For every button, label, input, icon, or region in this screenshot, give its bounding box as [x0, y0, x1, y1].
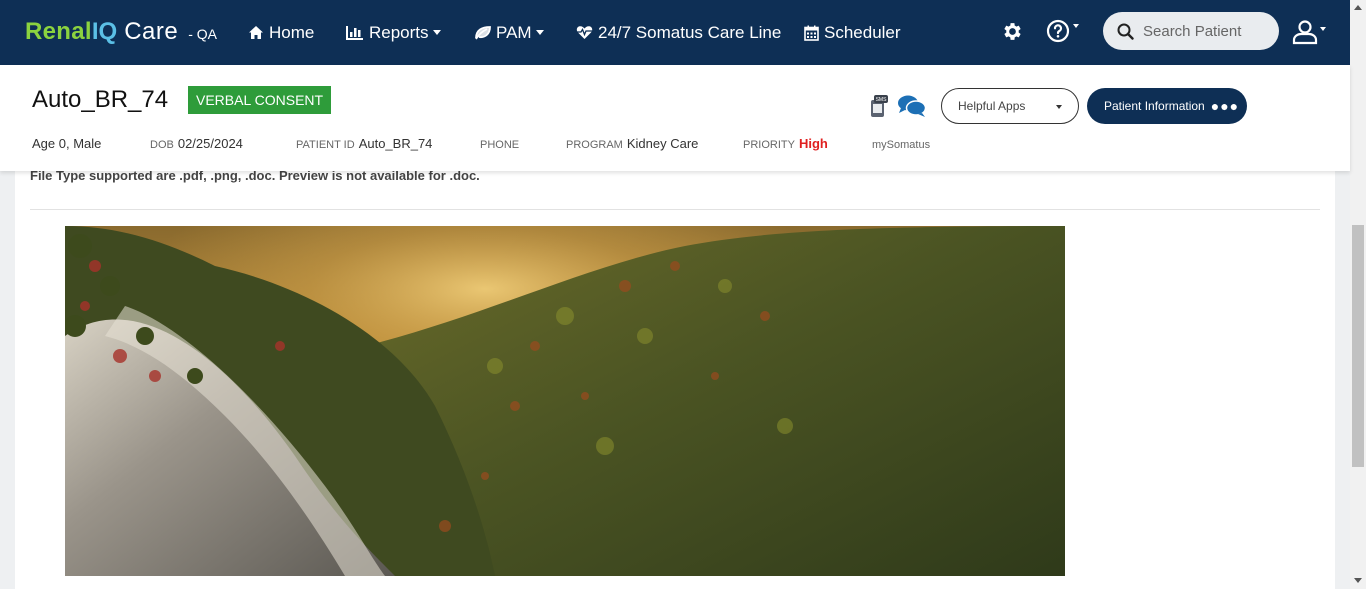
user-icon — [1292, 20, 1318, 45]
search-input[interactable] — [1143, 22, 1273, 40]
chevron-down-icon — [432, 30, 441, 35]
app-logo[interactable]: Renal IQ Care - QA — [25, 18, 217, 46]
nav-scheduler-label: Scheduler — [824, 22, 901, 42]
document-content: File Type supported are .pdf, .png, .doc… — [15, 171, 1335, 589]
user-menu[interactable] — [1292, 19, 1326, 45]
brand-iq: IQ — [91, 18, 118, 45]
patient-search[interactable] — [1103, 12, 1279, 50]
patient-program: PROGRAM Kidney Care — [566, 136, 698, 151]
settings-button[interactable] — [1001, 20, 1024, 48]
chevron-down-icon — [1073, 24, 1079, 28]
top-navbar: Renal IQ Care - QA Home Reports PAM 24/7 So… — [0, 0, 1366, 65]
program-label: PROGRAM — [566, 139, 623, 151]
calendar-icon — [804, 25, 819, 41]
priority-value: High — [798, 136, 828, 151]
patient-id-value: Auto_BR_74 — [358, 136, 433, 151]
scroll-thumb[interactable] — [1352, 225, 1364, 467]
environment-label: - QA — [188, 26, 218, 42]
help-icon — [1046, 19, 1070, 43]
document-preview-image — [65, 226, 1065, 576]
nav-pam-label: PAM — [496, 22, 532, 42]
patient-header: Auto_BR_74 VERBAL CONSENT Age 0, Male DO… — [0, 65, 1350, 171]
chevron-down-icon — [1056, 105, 1062, 109]
file-type-note: File Type supported are .pdf, .png, .doc… — [30, 171, 480, 183]
chevron-down-icon — [535, 30, 544, 35]
sms-phone-icon: SMS — [871, 95, 888, 117]
brand-renal: Renal — [25, 18, 92, 45]
dob-value: 02/25/2024 — [177, 136, 243, 151]
nav-reports-label: Reports — [369, 22, 429, 42]
chat-button[interactable] — [897, 94, 927, 123]
patient-name: Auto_BR_74 — [32, 86, 169, 113]
help-button[interactable] — [1046, 19, 1079, 43]
landscape-photo — [65, 226, 1065, 576]
phone-label: PHONE — [480, 139, 520, 151]
patient-id-label: PATIENT ID — [296, 139, 355, 151]
nav-reports[interactable]: Reports — [346, 0, 441, 65]
patient-dob: DOB 02/25/2024 — [150, 136, 243, 151]
helpful-apps-label: Helpful Apps — [958, 99, 1026, 113]
nav-care-line[interactable]: 24/7 Somatus Care Line — [576, 0, 781, 65]
nav-pam[interactable]: PAM — [474, 0, 544, 65]
chevron-down-icon — [1320, 27, 1326, 31]
nav-care-line-label: 24/7 Somatus Care Line — [598, 22, 782, 42]
dob-label: DOB — [150, 139, 174, 151]
sms-button[interactable]: SMS — [869, 94, 889, 123]
helpful-apps-dropdown[interactable]: Helpful Apps — [941, 88, 1079, 124]
sms-icon-text: SMS — [876, 97, 888, 103]
consent-badge: VERBAL CONSENT — [188, 86, 332, 114]
brand-care: Care — [124, 18, 179, 45]
page-scrollbar[interactable] — [1350, 0, 1366, 589]
home-icon — [249, 26, 263, 39]
my-somatus-label: mySomatus — [872, 139, 931, 151]
heartbeat-icon — [576, 26, 593, 39]
bar-chart-icon — [346, 26, 363, 40]
priority-label: PRIORITY — [743, 139, 795, 151]
program-value: Kidney Care — [626, 136, 699, 151]
nav-home[interactable]: Home — [248, 0, 314, 65]
search-icon — [1117, 23, 1134, 40]
patient-information-button[interactable]: Patient Information ●●● — [1087, 88, 1247, 124]
patient-priority: PRIORITY High — [743, 136, 828, 151]
patient-phone: PHONE — [480, 136, 523, 151]
patient-id: PATIENT ID Auto_BR_74 — [296, 136, 432, 151]
patient-age-sex: Age 0, Male — [32, 136, 102, 151]
more-dots-icon: ●●● — [1210, 98, 1240, 114]
scroll-up-icon[interactable] — [1354, 5, 1362, 10]
content-divider — [30, 209, 1320, 210]
patient-information-label: Patient Information — [1104, 99, 1205, 113]
nav-home-label: Home — [269, 22, 315, 42]
leaf-icon — [475, 26, 491, 40]
gear-icon — [1004, 23, 1021, 40]
scroll-down-icon[interactable] — [1354, 578, 1362, 583]
my-somatus-link[interactable]: mySomatus — [872, 136, 934, 151]
nav-scheduler[interactable]: Scheduler — [804, 0, 901, 65]
chat-icon — [898, 95, 927, 117]
